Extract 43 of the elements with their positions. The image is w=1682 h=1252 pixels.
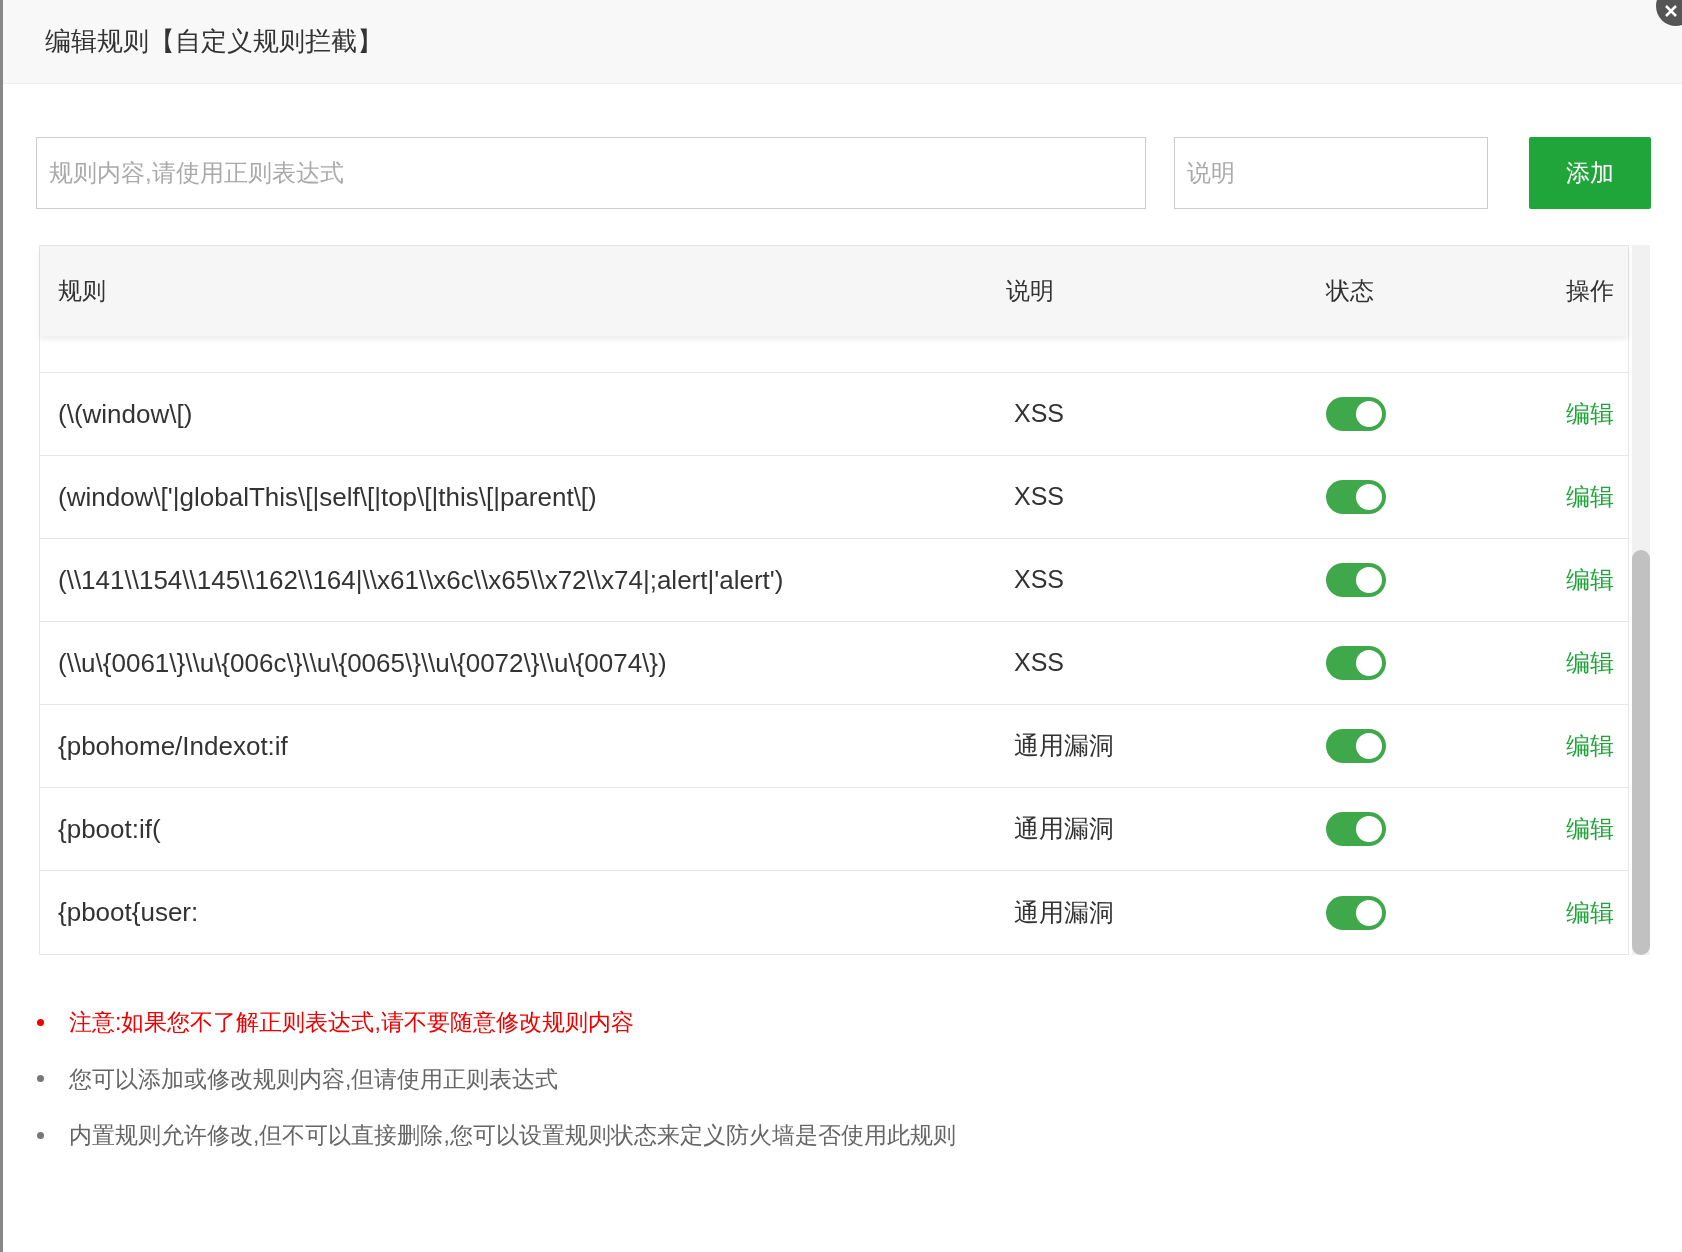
rule-cell-text: {pbohome/Indexot:if [57,729,289,763]
note-cell-text: 通用漏洞 [1013,730,1115,762]
note-text: 内置规则允许修改,但不可以直接删除,您可以设置规则状态来定义防火墙是否使用此规则 [69,1121,956,1150]
note-cell-text: XSS [1013,398,1066,430]
edit-link[interactable]: 编辑 [1526,479,1614,515]
note-cell-text: 通用漏洞 [1013,813,1115,845]
status-toggle[interactable] [1326,895,1386,930]
column-header: 操作 [1565,276,1614,306]
status-toggle[interactable] [1326,729,1386,763]
rule-cell-text: (\\141\\154\\145\\162\\164|\\x61\\x6c\\x65\\x72\\x74|;alert|'alert') [57,563,785,597]
status-toggle[interactable] [1326,563,1386,597]
add-button[interactable]: 添加 [1529,137,1651,209]
status-toggle[interactable] [1326,397,1386,431]
rule-cell-text: {pboot{user: [57,896,200,929]
edit-link[interactable]: 编辑 [1526,645,1614,681]
edit-link[interactable]: 编辑 [1526,811,1614,847]
status-toggle[interactable] [1326,480,1386,514]
note-cell-text: XSS [1013,481,1066,513]
status-toggle[interactable] [1326,812,1386,846]
column-header: 状态 [1326,276,1375,306]
rule-input-field[interactable]: 规则内容,请使用正则表达式 [36,137,1146,209]
rule-cell-text: {pboot:if( [57,812,162,846]
edit-link[interactable]: 编辑 [1526,396,1614,432]
note-cell-text: XSS [1013,647,1066,679]
note-cell-text: 通用漏洞 [1013,896,1115,928]
bullet-icon [37,1018,44,1026]
bullet-icon [37,1131,44,1139]
status-toggle[interactable] [1326,646,1386,680]
note-text: 您可以添加或修改规则内容,但请使用正则表达式 [69,1064,559,1094]
dialog-title: 编辑规则【自定义规则拦截】 [45,25,383,58]
note-input-field[interactable]: 说明 [1174,137,1488,209]
note-text: 注意:如果您不了解正则表达式,请不要随意修改规则内容 [69,1008,634,1037]
scrollbar[interactable] [1632,245,1650,955]
edit-link[interactable]: 编辑 [1526,894,1614,931]
edit-link[interactable]: 编辑 [1526,728,1614,764]
column-header: 规则 [57,276,107,306]
note-cell-text: XSS [1013,564,1066,596]
bullet-icon [37,1075,44,1083]
column-header: 说明 [1006,276,1055,306]
rule-cell-text: (\(window\[) [57,397,194,431]
rule-cell-text: (\\u\{0061\}\\u\{006c\}\\u\{0065\}\\u\{0072\}\\u\{0074\}) [57,646,668,680]
rule-cell-text: (window\['|globalThis\[|self\[|top\[|this\[|parent\[) [57,480,598,514]
edit-link[interactable]: 编辑 [1526,562,1614,598]
